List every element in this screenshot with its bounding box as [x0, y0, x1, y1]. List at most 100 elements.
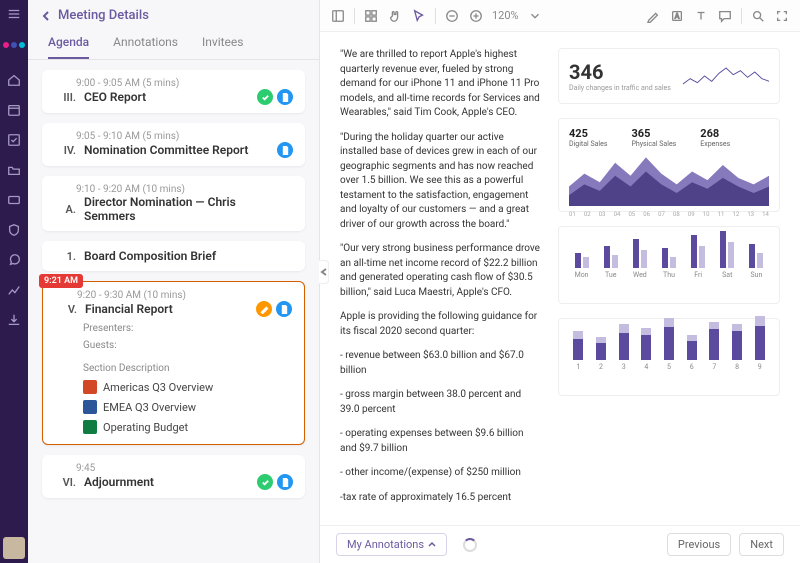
section-label: Section Description	[55, 357, 292, 374]
agenda-item[interactable]: 9:05 - 9:10 AM (5 mins) IV. Nomination Com…	[42, 123, 305, 166]
attached-doc[interactable]: EMEA Q3 Overview	[83, 400, 292, 414]
highlight-tool-icon[interactable]: A	[669, 8, 685, 24]
meeting-panel: Meeting Details Agenda Annotations Invit…	[28, 0, 320, 563]
home-icon[interactable]	[6, 72, 22, 88]
next-button[interactable]: Next	[739, 533, 784, 556]
card-icon[interactable]	[6, 192, 22, 208]
hand-tool-icon[interactable]	[387, 8, 403, 24]
current-time-badge: 9:21 AM	[39, 274, 83, 288]
app-nav-rail	[0, 0, 28, 563]
agenda-time: 9:45	[54, 463, 293, 474]
agenda-number: III.	[54, 91, 76, 104]
comment-tool-icon[interactable]	[717, 8, 733, 24]
check-icon	[257, 89, 273, 105]
sparkline-chart	[683, 61, 769, 91]
tab-annotations[interactable]: Annotations	[113, 27, 178, 59]
folder-icon[interactable]	[6, 162, 22, 178]
agenda-time: 9:00 - 9:05 AM (5 mins)	[54, 78, 293, 89]
doc-bullet: -tax rate of approximately 16.5 percent	[340, 491, 540, 506]
document-page: "We are thrilled to report Apple's highe…	[320, 32, 800, 525]
menu-icon[interactable]	[6, 6, 22, 22]
agenda-title: Nomination Committee Report	[84, 143, 269, 157]
text-tool-icon[interactable]	[693, 8, 709, 24]
doc-bullet: - other income/(expense) of $250 million	[340, 466, 540, 481]
loading-spinner-icon	[463, 538, 477, 552]
avatar[interactable]	[3, 537, 25, 559]
download-icon[interactable]	[6, 312, 22, 328]
doc-bottom-bar: My Annotations Previous Next	[320, 525, 800, 563]
pointer-tool-icon[interactable]	[411, 8, 427, 24]
chart-bar-numbered: 123456789	[558, 318, 780, 396]
prev-button[interactable]: Previous	[667, 533, 731, 556]
fullscreen-icon[interactable]	[774, 8, 790, 24]
calendar-icon[interactable]	[6, 102, 22, 118]
agenda-title: Financial Report	[85, 302, 248, 316]
back-button[interactable]: Meeting Details	[28, 0, 319, 27]
agenda-title: Board Composition Brief	[84, 249, 285, 263]
agenda-title: Adjournment	[84, 475, 249, 489]
document-icon	[277, 474, 293, 490]
document-icon	[277, 89, 293, 105]
pen-tool-icon[interactable]	[645, 8, 661, 24]
document-icon	[277, 142, 293, 158]
doc-bullet: - gross margin between 38.0 percent and …	[340, 388, 540, 417]
tab-invitees[interactable]: Invitees	[202, 27, 243, 59]
doc-paragraph: Apple is providing the following guidanc…	[340, 310, 540, 339]
agenda-number: IV.	[54, 144, 76, 157]
doc-paragraph: "During the holiday quarter our active i…	[340, 131, 540, 233]
attached-doc[interactable]: Operating Budget	[83, 420, 292, 434]
panel-tabs: Agenda Annotations Invitees	[28, 27, 319, 60]
chart-bar-weekly: MonTueWedThuFriSatSun	[558, 226, 780, 304]
doc-charts-column: 346 Daily changes in traffic and sales 4…	[558, 48, 780, 525]
edit-icon	[256, 301, 272, 317]
svg-text:A: A	[675, 12, 680, 20]
agenda-title: CEO Report	[84, 90, 249, 104]
agenda-item[interactable]: 9:21 AM9:20 - 9:30 AM (10 mins)V.Financi…	[42, 281, 305, 445]
doc-bullet: - operating expenses between $9.6 billio…	[340, 427, 540, 456]
app-logo	[3, 42, 25, 48]
guests-label: Guests:	[55, 334, 292, 351]
grid-view-icon[interactable]	[363, 8, 379, 24]
document-area: 120% A "We are thrilled to report Apple'…	[320, 0, 800, 563]
agenda-time: 9:05 - 9:10 AM (5 mins)	[54, 131, 293, 142]
tab-agenda[interactable]: Agenda	[48, 27, 89, 59]
doc-bullet: - revenue between $63.0 billion and $67.…	[340, 349, 540, 378]
agenda-number: A.	[54, 203, 76, 216]
doc-paragraph: "We are thrilled to report Apple's highe…	[340, 48, 540, 121]
tasks-icon[interactable]	[6, 132, 22, 148]
agenda-item[interactable]: 9:00 - 9:05 AM (5 mins) III. CEO Report	[42, 70, 305, 113]
page-title: Meeting Details	[58, 8, 149, 23]
check-icon	[257, 474, 273, 490]
collapse-panel-button[interactable]	[319, 260, 329, 284]
chart-metric-card: 346 Daily changes in traffic and sales	[558, 48, 780, 104]
presenters-label: Presenters:	[55, 317, 292, 334]
chat-icon[interactable]	[6, 252, 22, 268]
attached-doc[interactable]: Americas Q3 Overview	[83, 380, 292, 394]
agenda-list: 9:00 - 9:05 AM (5 mins)III.CEO Report9:0…	[28, 60, 319, 563]
word-file-icon	[83, 400, 97, 414]
agenda-title: Director Nomination — Chris Semmers	[84, 195, 285, 223]
zoom-in-icon[interactable]	[468, 8, 484, 24]
metric-label: Daily changes in traffic and sales	[569, 84, 671, 92]
doc-paragraph: "Our very strong business performance dr…	[340, 242, 540, 300]
document-icon	[276, 301, 292, 317]
sidebar-toggle-icon[interactable]	[330, 8, 346, 24]
zoom-out-icon[interactable]	[444, 8, 460, 24]
chevron-down-icon[interactable]	[527, 8, 543, 24]
zoom-level: 120%	[492, 9, 519, 22]
agenda-item[interactable]: 1.Board Composition Brief	[42, 241, 305, 271]
shield-icon[interactable]	[6, 222, 22, 238]
agenda-time: 9:20 - 9:30 AM (10 mins)	[55, 290, 292, 301]
agenda-item[interactable]: 9:45 VI. Adjournment	[42, 455, 305, 498]
search-icon[interactable]	[750, 8, 766, 24]
analytics-icon[interactable]	[6, 282, 22, 298]
doc-text-column: "We are thrilled to report Apple's highe…	[340, 48, 540, 525]
agenda-number: V.	[55, 303, 77, 316]
agenda-time: 9:10 - 9:20 AM (10 mins)	[54, 184, 293, 195]
annotations-dropdown[interactable]: My Annotations	[336, 533, 447, 556]
doc-toolbar: 120% A	[320, 0, 800, 32]
xls-file-icon	[83, 420, 97, 434]
ppt-file-icon	[83, 380, 97, 394]
agenda-number: VI.	[54, 476, 76, 489]
agenda-item[interactable]: 9:10 - 9:20 AM (10 mins) A. Director Nomin…	[42, 176, 305, 231]
